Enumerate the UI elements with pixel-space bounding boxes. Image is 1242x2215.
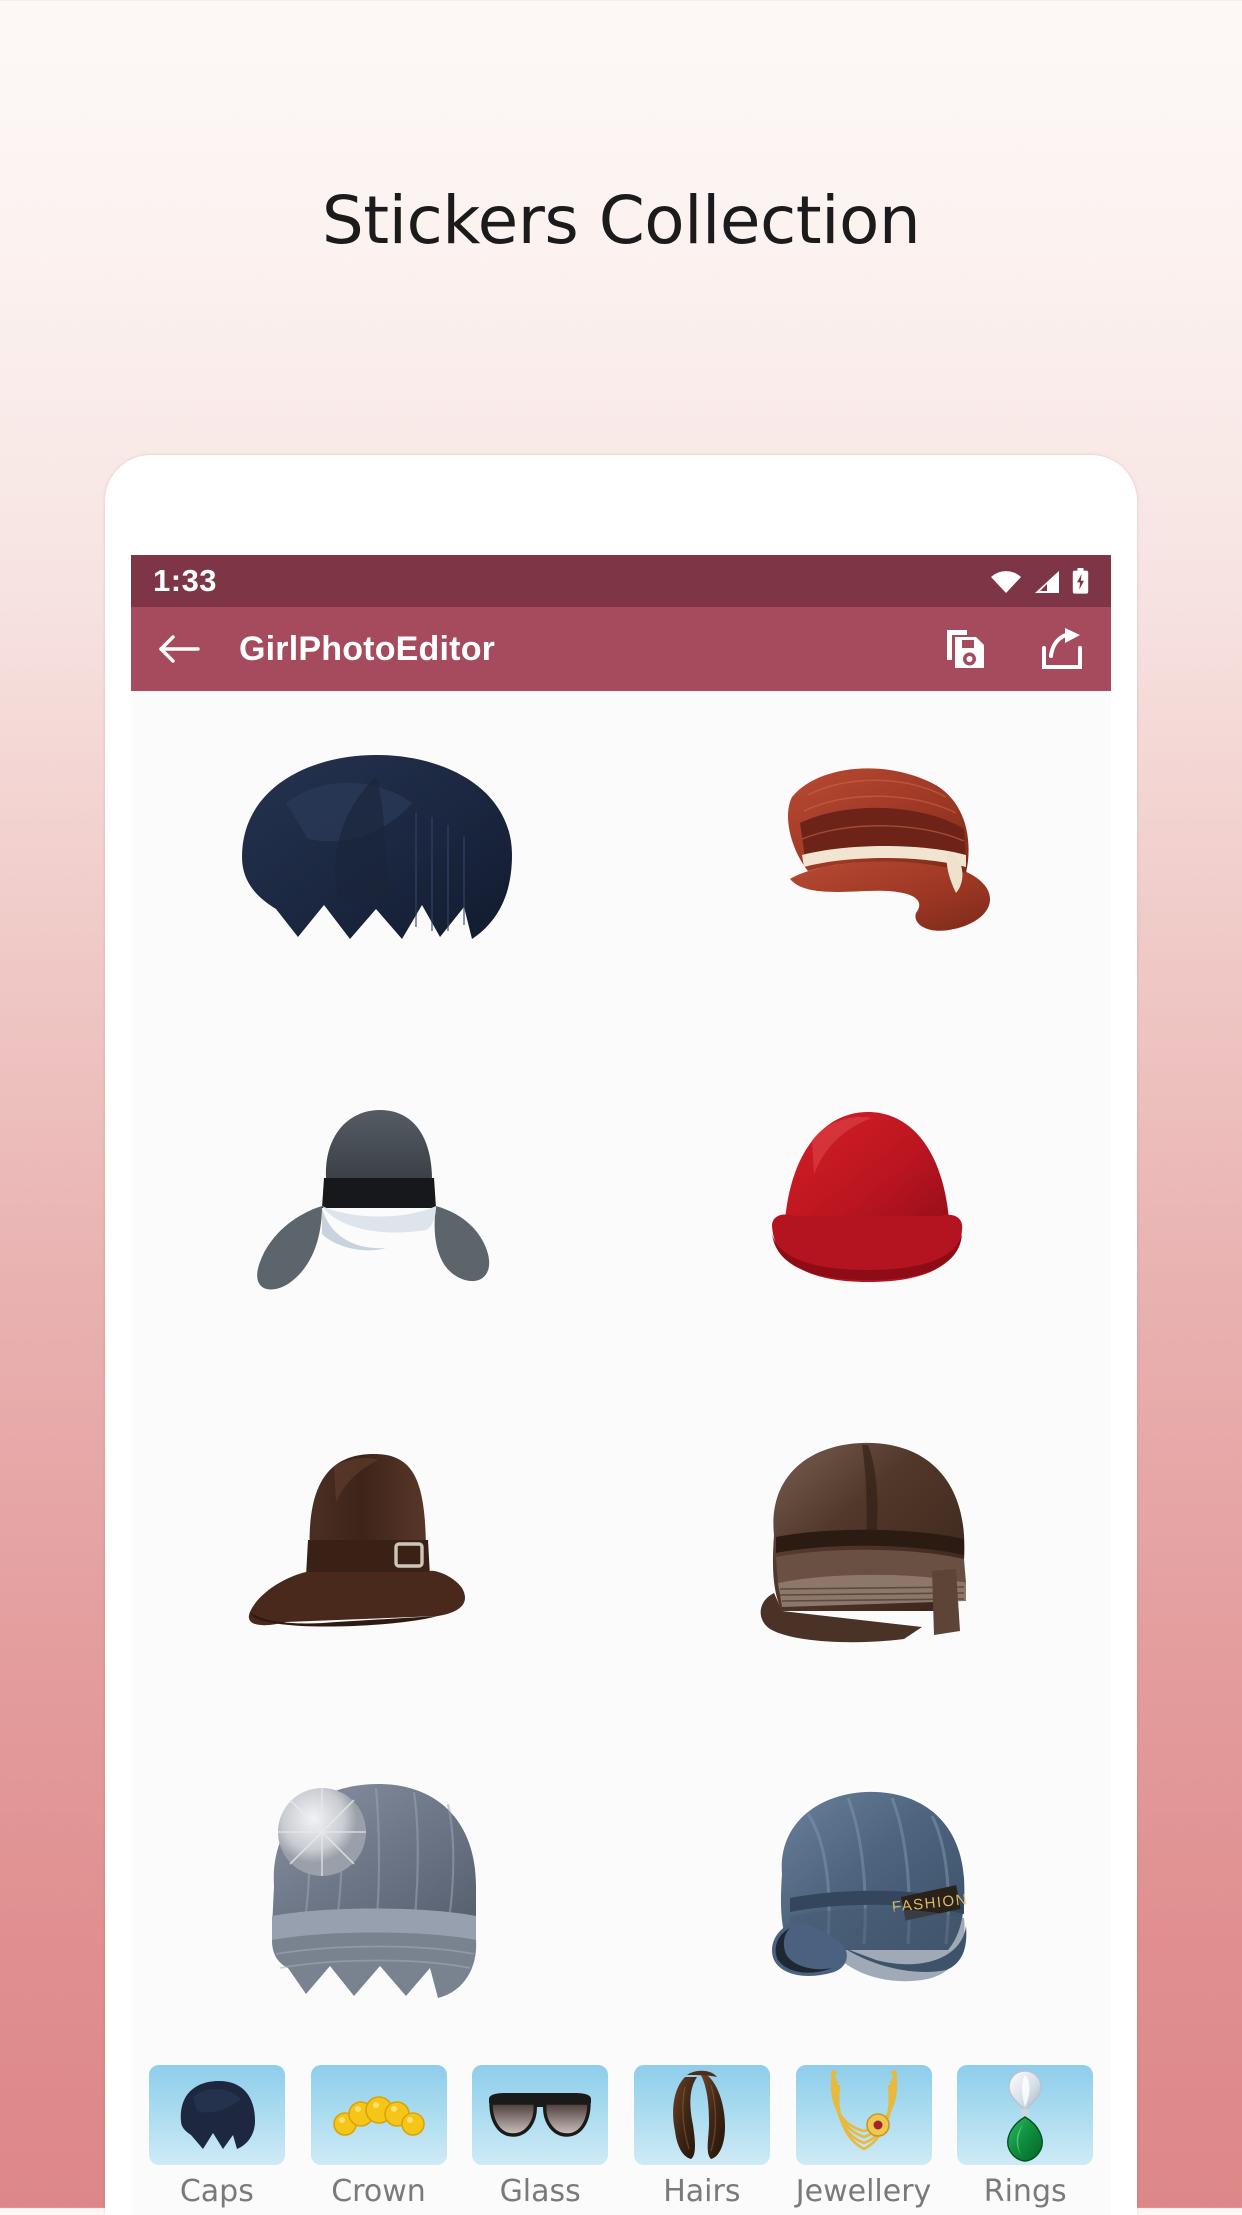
app-bar: GirlPhotoEditor (131, 607, 1111, 691)
hair-thumb-icon (633, 2065, 770, 2165)
category-label: Caps (179, 2174, 254, 2209)
category-label: Jewellery (795, 2174, 932, 2209)
app-bar-actions (943, 626, 1085, 672)
sticker-brown-leather-cap[interactable] (621, 1375, 1111, 1717)
category-label: Crown (331, 2174, 426, 2209)
category-label: Hairs (663, 2174, 741, 2209)
glasses-thumb-icon (472, 2065, 609, 2165)
sticker-red-straw-fedora[interactable] (621, 691, 1111, 1033)
back-arrow-icon[interactable] (157, 626, 203, 672)
page-title: Stickers Collection (321, 182, 921, 259)
status-bar: 1:33 (131, 555, 1111, 607)
status-icons (990, 568, 1089, 594)
sticker-brown-buckle-hat[interactable] (131, 1375, 621, 1717)
pendant-thumb-icon (957, 2065, 1094, 2165)
cap-thumb-icon (148, 2065, 285, 2165)
share-icon[interactable] (1039, 626, 1085, 672)
category-rings[interactable]: Rings (947, 2065, 1103, 2209)
necklace-thumb-icon (795, 2065, 932, 2165)
sticker-navy-knit-beret[interactable] (131, 691, 621, 1033)
category-crown[interactable]: Crown (301, 2065, 457, 2209)
category-label: Rings (983, 2174, 1067, 2209)
battery-charging-icon (1072, 568, 1089, 594)
sticker-grid: FASHION (131, 691, 1111, 2059)
phone-screen: 1:33 GirlPhotoEditor FASHION Caps Crown … (131, 555, 1111, 2215)
category-jewellery[interactable]: Jewellery (786, 2065, 942, 2209)
category-label: Glass (499, 2174, 581, 2209)
sticker-red-bowler-hat[interactable] (621, 1033, 1111, 1375)
category-caps[interactable]: Caps (139, 2065, 295, 2209)
wifi-icon (990, 570, 1022, 594)
crown-thumb-icon (310, 2065, 447, 2165)
status-time: 1:33 (153, 563, 218, 598)
sticker-grey-floppy-hat[interactable] (131, 1033, 621, 1375)
save-icon[interactable] (943, 626, 989, 672)
category-hairs[interactable]: Hairs (624, 2065, 780, 2209)
app-title: GirlPhotoEditor (239, 629, 496, 668)
signal-icon (1033, 570, 1061, 594)
category-bar: Caps Crown Glass Hairs Jewellery Rings (131, 2059, 1111, 2215)
sticker-grey-pompom-beanie[interactable] (131, 1717, 621, 2059)
phone-mockup: 1:33 GirlPhotoEditor FASHION Caps Crown … (105, 455, 1137, 2215)
sticker-blue-denim-cap[interactable]: FASHION (621, 1717, 1111, 2059)
category-glass[interactable]: Glass (462, 2065, 618, 2209)
